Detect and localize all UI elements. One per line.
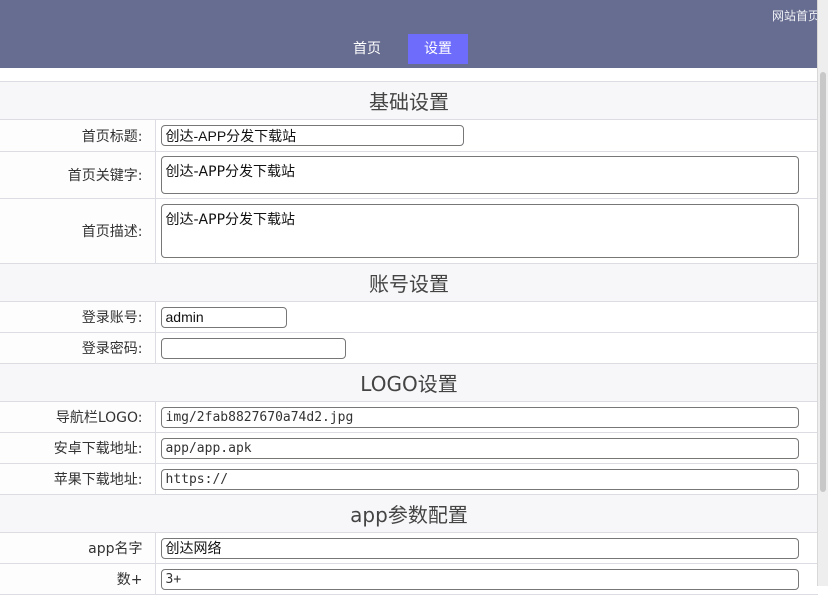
app-name-input[interactable]	[160, 537, 799, 559]
section-title-logo: LOGO设置	[0, 363, 818, 402]
home-keywords-textarea[interactable]: 创达-APP分发下载站	[160, 156, 799, 194]
android-url-label: 安卓下载地址:	[0, 432, 156, 464]
section-row-basic: 基础设置	[0, 81, 818, 120]
nav-logo-label: 导航栏LOGO:	[0, 401, 156, 433]
login-account-input[interactable]	[160, 306, 287, 328]
app-name-label: app名字	[0, 532, 156, 564]
section-row-logo: LOGO设置	[0, 363, 818, 402]
header-spacer	[0, 68, 818, 81]
apple-url-input[interactable]	[160, 469, 799, 490]
home-keywords-label: 首页关键字:	[0, 151, 156, 199]
form-row: 安卓下载地址:	[0, 432, 818, 464]
nav-logo-input[interactable]	[160, 407, 799, 428]
site-home-link[interactable]: 网站首页	[772, 7, 820, 24]
home-title-input[interactable]	[160, 125, 464, 146]
settings-form-table: 基础设置 首页标题: 首页关键字: 创达-APP分发下载站 首页描述: 创达-A…	[0, 81, 818, 595]
main-nav: 首页 设置	[337, 34, 479, 64]
nav-tab-settings[interactable]: 设置	[408, 34, 468, 64]
form-row: 苹果下载地址:	[0, 463, 818, 495]
form-row: app名字	[0, 532, 818, 564]
page-scrollbar[interactable]	[817, 0, 828, 586]
top-header: 网站首页 首页 设置	[0, 0, 828, 68]
form-row: 首页标题:	[0, 119, 818, 152]
login-account-label: 登录账号:	[0, 301, 156, 333]
home-description-label: 首页描述:	[0, 198, 156, 264]
form-row: 导航栏LOGO:	[0, 401, 818, 433]
login-password-input[interactable]	[160, 337, 346, 359]
section-row-app: app参数配置	[0, 494, 818, 533]
android-url-input[interactable]	[160, 438, 799, 459]
apple-url-label: 苹果下载地址:	[0, 463, 156, 495]
app-count-input[interactable]	[160, 569, 799, 590]
section-title-account: 账号设置	[0, 263, 818, 302]
form-row: 登录账号:	[0, 301, 818, 333]
login-password-label: 登录密码:	[0, 332, 156, 364]
section-row-account: 账号设置	[0, 263, 818, 302]
home-description-textarea[interactable]: 创达-APP分发下载站	[160, 204, 799, 258]
section-title-app: app参数配置	[0, 494, 818, 533]
form-row: 首页关键字: 创达-APP分发下载站	[0, 151, 818, 199]
scrollbar-thumb[interactable]	[820, 72, 826, 492]
form-row: 首页描述: 创达-APP分发下载站	[0, 198, 818, 264]
form-row: 登录密码:	[0, 332, 818, 364]
form-row: 数+	[0, 563, 818, 595]
home-title-label: 首页标题:	[0, 119, 156, 152]
app-count-label: 数+	[0, 563, 156, 595]
nav-tab-home[interactable]: 首页	[337, 34, 397, 64]
section-title-basic: 基础设置	[0, 81, 818, 120]
